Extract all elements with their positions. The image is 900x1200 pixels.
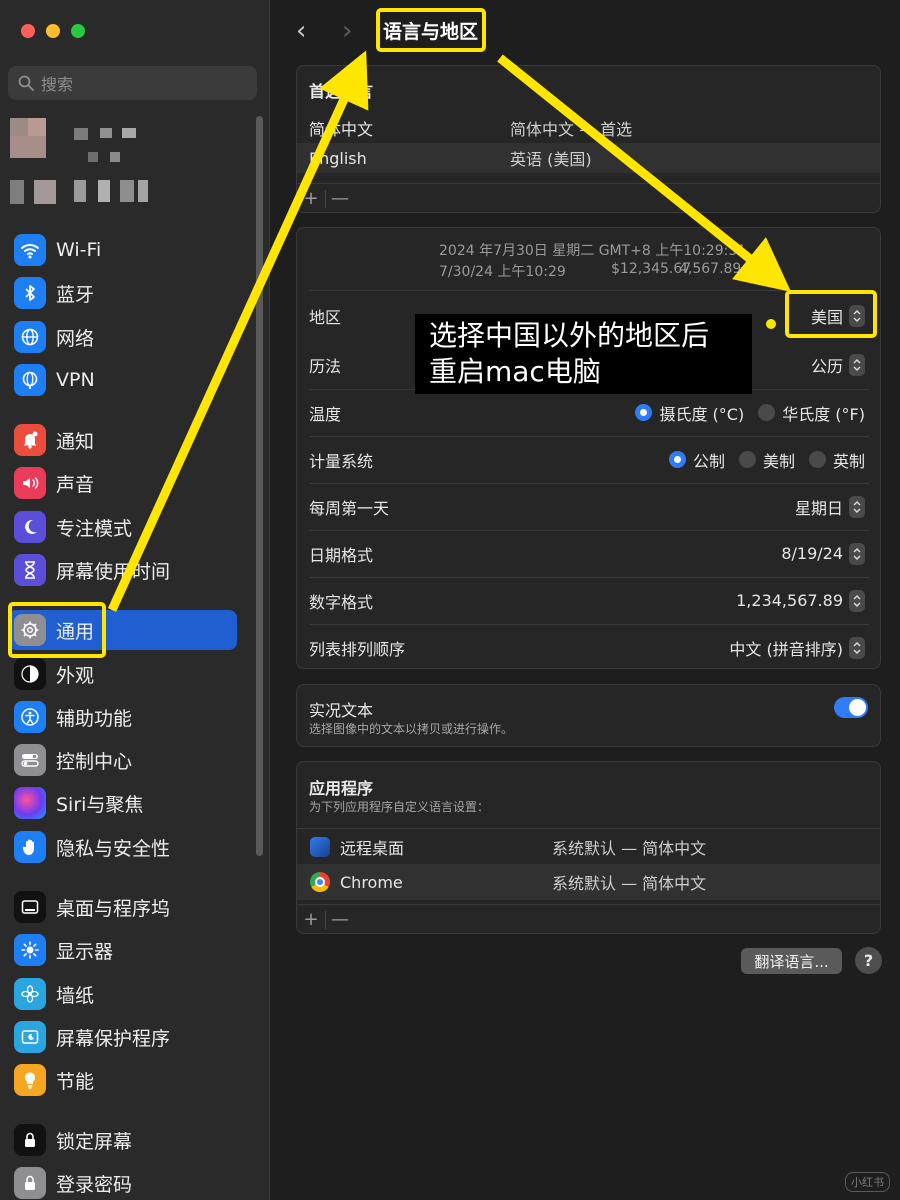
watermark: 小红书 (845, 1172, 890, 1192)
region-highlight (785, 290, 877, 338)
arrow-to-title (107, 50, 369, 612)
arrow-to-region (497, 54, 792, 292)
callout-line1: 选择中国以外的地区后 (429, 319, 710, 352)
general-highlight (8, 602, 106, 658)
title-highlight (376, 8, 486, 52)
annotation-arrows (107, 50, 792, 612)
annotation-callout: 选择中国以外的地区后 重启mac电脑 (415, 314, 752, 394)
callout-line2: 重启mac电脑 (429, 355, 601, 388)
callout-dot (766, 319, 776, 329)
